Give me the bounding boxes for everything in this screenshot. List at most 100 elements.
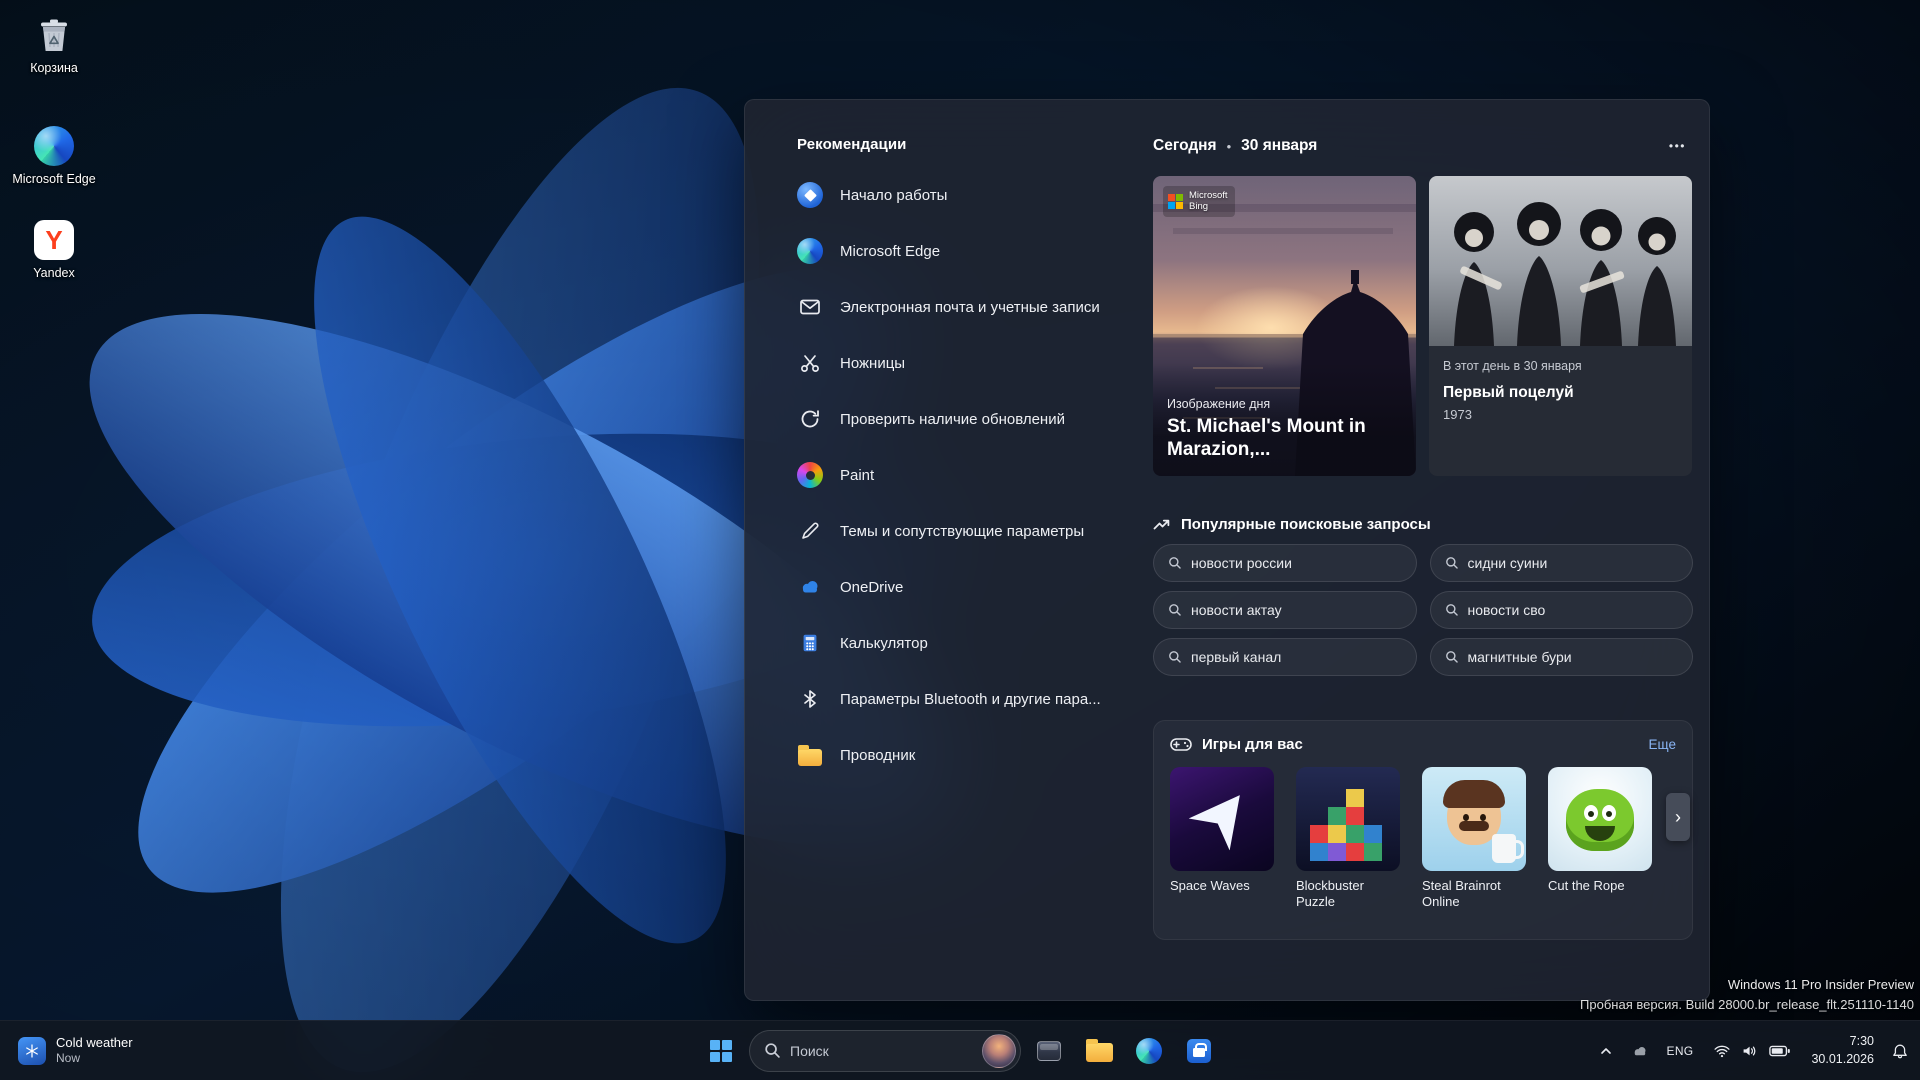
search-icon bbox=[764, 1042, 781, 1059]
bing-image-of-the-day-card[interactable]: Microsoft Bing Изображение дня St. Micha… bbox=[1153, 176, 1416, 476]
notification-bell-icon bbox=[1892, 1043, 1908, 1059]
recommendation-label: Электронная почта и учетные записи bbox=[840, 299, 1100, 316]
recommendation-item-mail[interactable]: Электронная почта и учетные записи bbox=[775, 279, 1143, 335]
recommendation-label: OneDrive bbox=[840, 579, 903, 596]
system-tray: ENG 7:30 30.01.2026 bbox=[1591, 1021, 1916, 1080]
game-tile[interactable]: Blockbuster Puzzle bbox=[1296, 767, 1408, 911]
recommendation-item-bluetooth[interactable]: Параметры Bluetooth и другие пара... bbox=[775, 671, 1143, 727]
file-explorer-button[interactable] bbox=[1077, 1029, 1121, 1073]
tray-time: 7:30 bbox=[1850, 1033, 1874, 1051]
watermark-line1: Windows 11 Pro Insider Preview bbox=[1580, 975, 1914, 995]
on-this-day-card[interactable]: В этот день в 30 января Первый поцелуй 1… bbox=[1429, 176, 1692, 476]
desktop-icon-yandex[interactable]: Y Yandex bbox=[8, 215, 100, 286]
search-input[interactable] bbox=[790, 1043, 973, 1059]
games-tiles: Space Waves Blockbuster Puzzle Steal Bra… bbox=[1170, 767, 1676, 911]
search-suggestion-pill[interactable]: новости сво bbox=[1430, 591, 1694, 629]
recommendation-label: Параметры Bluetooth и другие пара... bbox=[840, 691, 1101, 708]
search-icon bbox=[1445, 603, 1459, 617]
edge-button[interactable] bbox=[1127, 1029, 1171, 1073]
weather-subtitle: Now bbox=[56, 1051, 133, 1066]
recommendation-label: Начало работы bbox=[840, 187, 947, 204]
recommendations-section: Рекомендации Начало работы Microsoft Edg… bbox=[775, 136, 1143, 783]
more-options-icon[interactable]: ••• bbox=[1662, 136, 1693, 156]
recommendation-item-check-updates[interactable]: Проверить наличие обновлений bbox=[775, 391, 1143, 447]
games-next-chevron-icon[interactable]: › bbox=[1666, 793, 1690, 841]
today-separator: • bbox=[1227, 139, 1232, 154]
microsoft-store-button[interactable] bbox=[1177, 1029, 1221, 1073]
bing-card-title: St. Michael's Mount in Marazion,... bbox=[1167, 416, 1402, 462]
recommendation-label: Paint bbox=[840, 467, 874, 484]
onedrive-tray-button[interactable] bbox=[1623, 1035, 1657, 1067]
recommendation-label: Microsoft Edge bbox=[840, 243, 940, 260]
recommendation-item-paint[interactable]: Paint bbox=[775, 447, 1143, 503]
chevron-up-icon bbox=[1599, 1044, 1613, 1058]
game-tile[interactable]: Cut the Rope bbox=[1548, 767, 1660, 911]
folder-icon bbox=[797, 742, 823, 768]
weather-icon bbox=[18, 1037, 46, 1065]
game-tile[interactable]: Space Waves bbox=[1170, 767, 1282, 911]
search-suggestion-pill[interactable]: сидни суини bbox=[1430, 544, 1694, 582]
recommendation-label: Калькулятор bbox=[840, 635, 928, 652]
games-header: Игры для вас Еще bbox=[1170, 735, 1676, 754]
game-tile[interactable]: Steal Brainrot Online bbox=[1422, 767, 1534, 911]
recommendation-item-edge[interactable]: Microsoft Edge bbox=[775, 223, 1143, 279]
calculator-icon bbox=[797, 630, 823, 656]
on-this-day-year: 1973 bbox=[1443, 407, 1678, 422]
search-suggestion-pill[interactable]: новости актау bbox=[1153, 591, 1417, 629]
cloud-icon bbox=[1631, 1042, 1649, 1060]
bing-daily-image-thumbnail[interactable] bbox=[982, 1034, 1016, 1068]
bing-card-overlay: Изображение дня St. Michael's Mount in M… bbox=[1153, 363, 1416, 476]
gamepad-icon bbox=[1170, 737, 1192, 752]
recommendation-item-onedrive[interactable]: OneDrive bbox=[775, 559, 1143, 615]
language-indicator[interactable]: ENG bbox=[1659, 1037, 1702, 1065]
tray-overflow-button[interactable] bbox=[1591, 1037, 1621, 1065]
desktop-icon-label: Yandex bbox=[33, 266, 74, 282]
recommendation-item-snipping-tool[interactable]: Ножницы bbox=[775, 335, 1143, 391]
paint-icon bbox=[797, 462, 823, 488]
microsoft-store-icon bbox=[1187, 1039, 1211, 1063]
pinned-app-button[interactable] bbox=[1027, 1029, 1071, 1073]
search-suggestion-pill[interactable]: первый канал bbox=[1153, 638, 1417, 676]
bluetooth-icon bbox=[797, 686, 823, 712]
clock[interactable]: 7:30 30.01.2026 bbox=[1803, 1029, 1882, 1072]
recommendation-label: Проводник bbox=[840, 747, 915, 764]
app-window-icon bbox=[1037, 1041, 1061, 1061]
game-title: Cut the Rope bbox=[1548, 878, 1652, 894]
pill-label: новости актау bbox=[1191, 602, 1282, 618]
edge-icon bbox=[33, 125, 75, 167]
taskbar-center bbox=[699, 1021, 1221, 1080]
quick-settings[interactable] bbox=[1703, 1035, 1801, 1067]
recommendation-label: Проверить наличие обновлений bbox=[840, 411, 1065, 428]
today-title: Сегодня bbox=[1153, 137, 1217, 155]
microsoft-logo-icon bbox=[1168, 194, 1183, 209]
insider-watermark: Windows 11 Pro Insider Preview Пробная в… bbox=[1580, 975, 1914, 1014]
desktop-icon-label: Microsoft Edge bbox=[12, 172, 95, 188]
folder-icon bbox=[1086, 1043, 1113, 1062]
desktop-icon-recycle-bin[interactable]: Корзина bbox=[8, 10, 100, 81]
games-more-link[interactable]: Еще bbox=[1649, 737, 1676, 752]
recommendation-item-getting-started[interactable]: Начало работы bbox=[775, 167, 1143, 223]
desktop-icon-edge[interactable]: Microsoft Edge bbox=[8, 121, 100, 192]
pill-label: сидни суини bbox=[1468, 555, 1548, 571]
edge-icon bbox=[797, 238, 823, 264]
search-icon bbox=[1168, 603, 1182, 617]
recommendation-label: Темы и сопутствующие параметры bbox=[840, 523, 1084, 540]
trending-title: Популярные поисковые запросы bbox=[1181, 516, 1431, 533]
search-suggestion-pill[interactable]: магнитные бури bbox=[1430, 638, 1694, 676]
weather-widget[interactable]: Cold weather Now bbox=[2, 1021, 149, 1080]
trending-icon bbox=[1153, 517, 1171, 531]
recommendation-item-explorer[interactable]: Проводник bbox=[775, 727, 1143, 783]
recommendation-item-themes[interactable]: Темы и сопутствующие параметры bbox=[775, 503, 1143, 559]
taskbar-search-box[interactable] bbox=[749, 1030, 1021, 1072]
games-title: Игры для вас bbox=[1202, 736, 1303, 753]
edge-icon bbox=[1136, 1038, 1162, 1064]
game-title: Space Waves bbox=[1170, 878, 1274, 894]
recommendation-item-calculator[interactable]: Калькулятор bbox=[775, 615, 1143, 671]
search-suggestion-pill[interactable]: новости россии bbox=[1153, 544, 1417, 582]
start-button[interactable] bbox=[699, 1029, 743, 1073]
notification-button[interactable] bbox=[1884, 1036, 1916, 1066]
steal-brainrot-thumbnail bbox=[1422, 767, 1526, 871]
recycle-bin-icon bbox=[33, 14, 75, 56]
desktop-icon-label: Корзина bbox=[30, 61, 78, 77]
weather-title: Cold weather bbox=[56, 1035, 133, 1051]
